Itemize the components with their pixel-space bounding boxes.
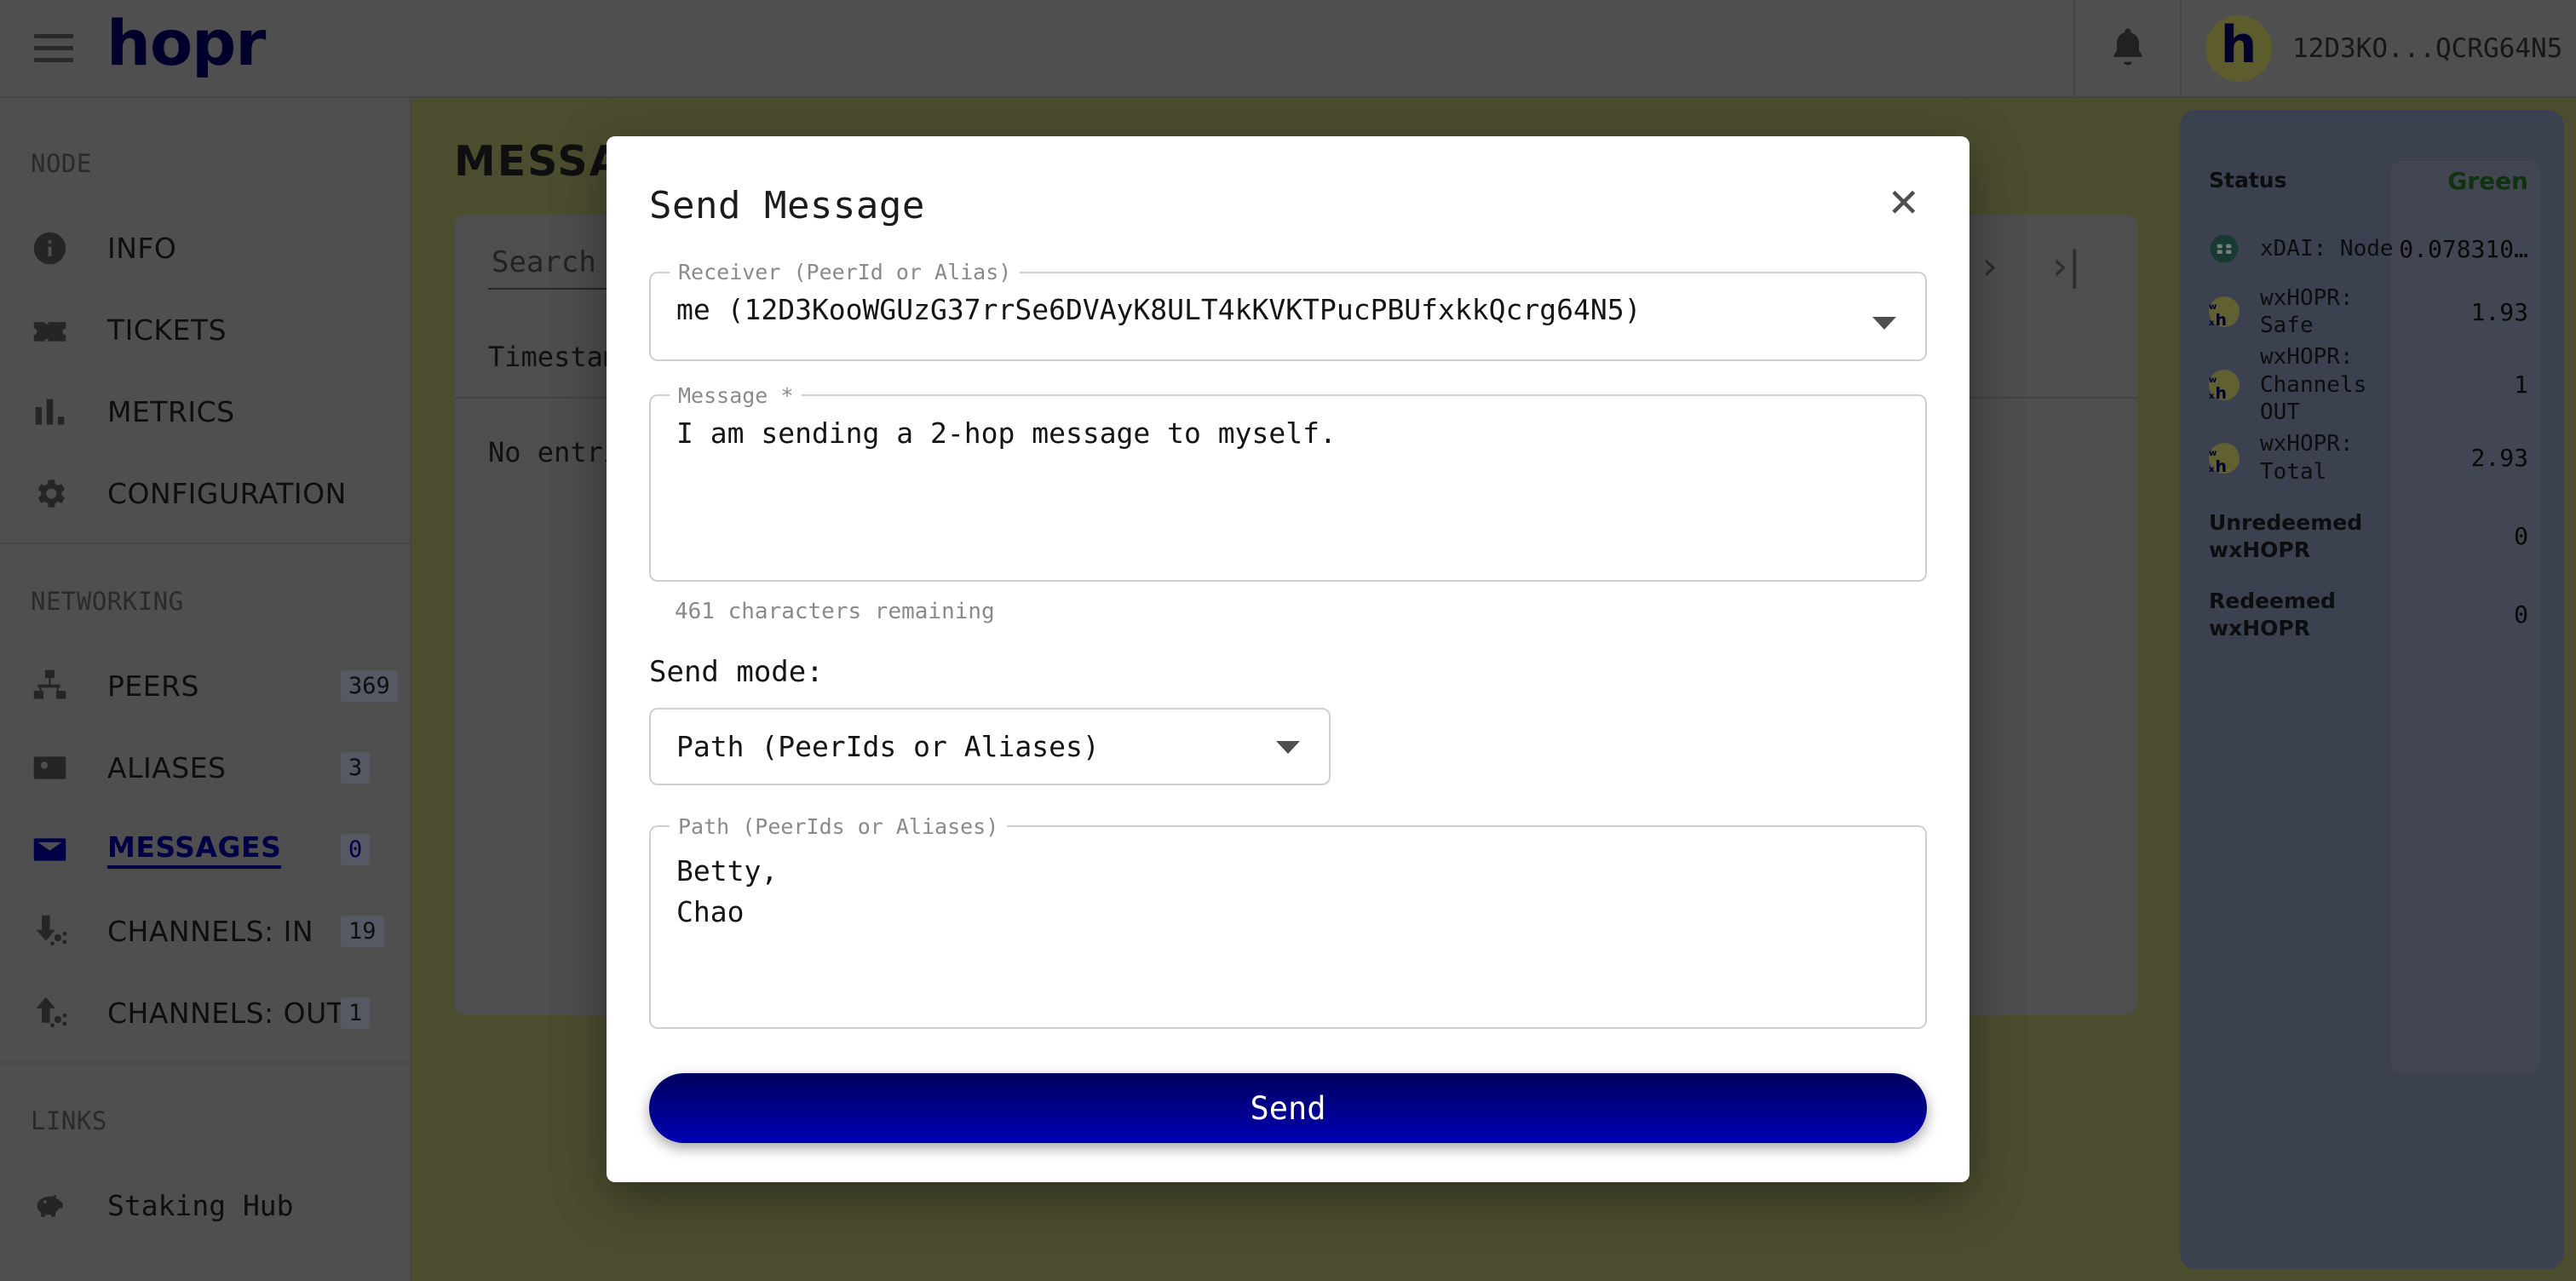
send-button[interactable]: Send [649, 1073, 1927, 1143]
path-field-legend: Path (PeerIds or Aliases) [678, 813, 999, 839]
send-mode-label: Send mode: [649, 654, 824, 689]
path-textarea-value[interactable]: Betty, Chao [651, 839, 1925, 962]
send-mode-select[interactable]: Path (PeerIds or Aliases) [649, 707, 1331, 785]
receiver-input-value[interactable]: me (12D3KooWGUzG37rrSe6DVAyK8ULT4kKVKTPu… [651, 284, 1925, 359]
message-field[interactable]: Message * I am sending a 2-hop message t… [649, 382, 1927, 582]
path-field[interactable]: Path (PeerIds or Aliases) Betty, Chao [649, 813, 1927, 1029]
chevron-down-icon[interactable] [1872, 316, 1896, 330]
send-message-dialog: Send Message ✕ Receiver (PeerId or Alias… [607, 136, 1969, 1182]
dialog-header: Send Message ✕ [649, 136, 1927, 260]
message-field-legend: Message * [678, 382, 794, 408]
message-textarea-value[interactable]: I am sending a 2-hop message to myself. [651, 408, 1925, 483]
character-counter: 461 characters remaining [675, 598, 995, 624]
close-icon[interactable]: ✕ [1880, 183, 1927, 222]
receiver-field[interactable]: Receiver (PeerId or Alias) me (12D3KooWG… [649, 260, 1927, 361]
chevron-down-icon[interactable] [1276, 741, 1300, 755]
dialog-footer: Send [649, 1051, 1927, 1182]
send-mode-selected-value: Path (PeerIds or Aliases) [676, 729, 1100, 763]
receiver-field-legend: Receiver (PeerId or Alias) [678, 260, 1012, 284]
dialog-title: Send Message [649, 184, 925, 227]
